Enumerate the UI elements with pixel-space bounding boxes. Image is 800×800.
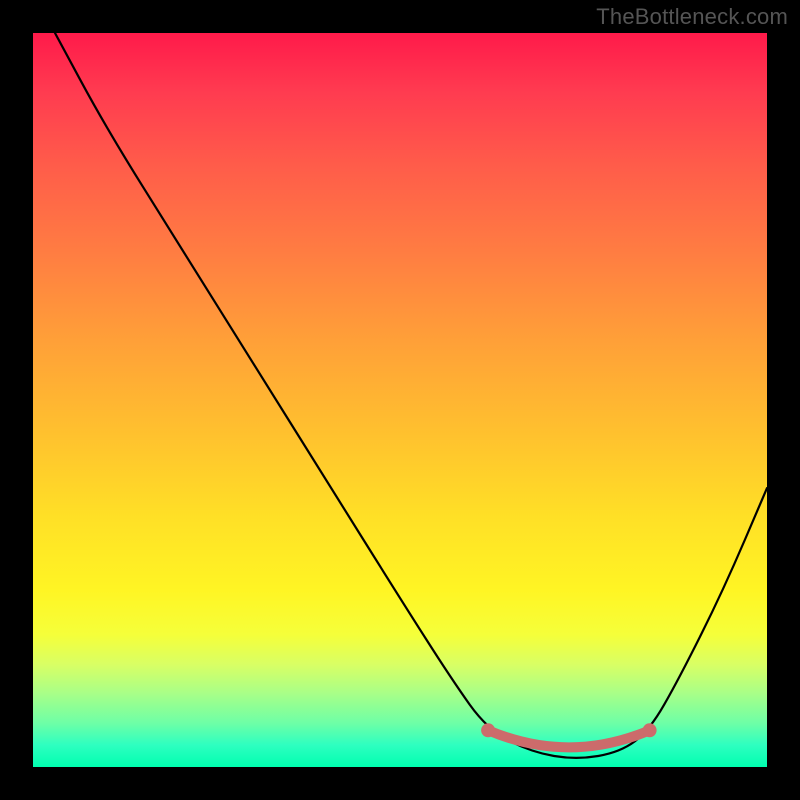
chart-container: TheBottleneck.com	[0, 0, 800, 800]
bottleneck-curve	[55, 33, 767, 758]
plot-area	[33, 33, 767, 767]
watermark-text: TheBottleneck.com	[596, 4, 788, 30]
optimal-endpoint-left	[481, 723, 495, 737]
curve-overlay	[33, 33, 767, 767]
optimal-endpoint-right	[643, 723, 657, 737]
optimal-flat-zone	[488, 730, 649, 747]
